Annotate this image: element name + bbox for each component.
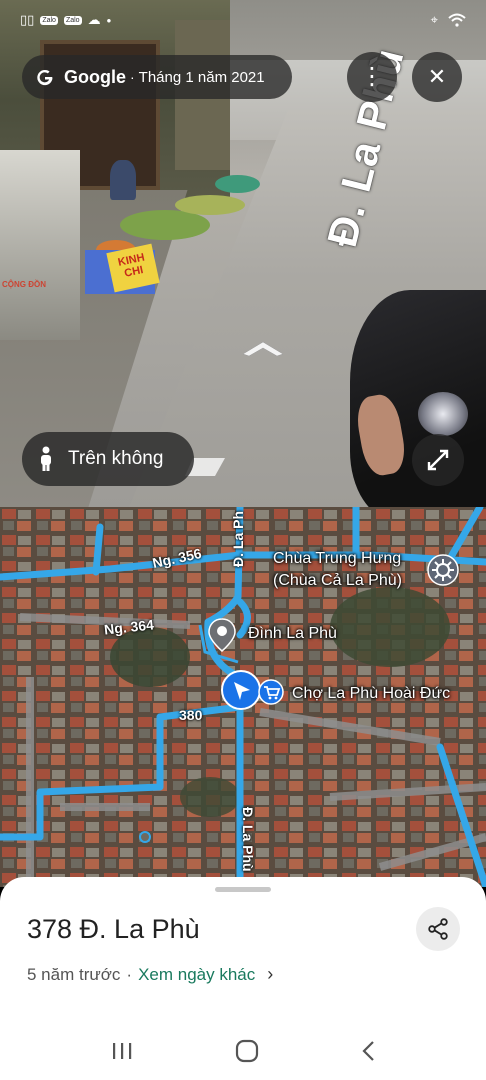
street-view-panel[interactable]: CỘNG ĐỒN KINH CHI Đ. La Phù ▯▯ Zalo Zalo… — [0, 0, 486, 507]
more-vert-icon: ⋮ — [360, 63, 384, 90]
street-shop-stall: CỘNG ĐỒN — [0, 150, 80, 340]
cloud-icon: ☁ — [87, 12, 101, 27]
vegetable-basin — [215, 175, 260, 193]
zalo-notification-icon: Zalo — [63, 15, 82, 25]
chevron-right-icon[interactable]: › — [267, 964, 273, 985]
capture-date: Tháng 1 năm 2021 — [138, 68, 265, 86]
provider-name: Google — [64, 66, 126, 87]
back-icon[interactable] — [361, 1040, 375, 1062]
place-pin-icon[interactable] — [208, 618, 236, 652]
aerial-view-button[interactable]: Trên không — [22, 432, 194, 486]
expand-icon — [427, 449, 449, 471]
aerial-view-label: Trên không — [68, 448, 164, 469]
share-icon — [428, 918, 448, 940]
more-dot-icon: • — [106, 12, 112, 28]
fullscreen-button[interactable] — [412, 434, 464, 486]
imagery-age: 5 năm trước — [27, 964, 121, 984]
android-navigation-bar — [0, 1022, 486, 1080]
current-location-arrow-icon[interactable] — [221, 670, 261, 710]
wifi-icon — [448, 13, 466, 27]
shopping-cart-icon[interactable] — [258, 679, 284, 705]
separator-dot: · — [130, 69, 135, 85]
address-title: 378 Đ. La Phù — [27, 914, 200, 944]
place-label-communal-house[interactable]: Đình La Phù — [248, 625, 337, 643]
pegman-icon — [41, 446, 51, 471]
road-label-380: 380 — [179, 707, 203, 723]
road-label-la-phu-top: Đ. La Ph — [230, 510, 246, 567]
temple-icon[interactable] — [427, 554, 459, 586]
home-icon[interactable] — [235, 1039, 259, 1063]
more-options-button[interactable]: ⋮ — [347, 52, 397, 102]
close-button[interactable]: ✕ — [412, 52, 462, 102]
meta-separator: · — [126, 964, 133, 984]
recent-apps-icon[interactable] — [111, 1041, 133, 1061]
imagery-age-row: 5 năm trước · Xem ngày khác › — [27, 964, 273, 985]
signal-icon: ▯▯ — [20, 12, 35, 27]
vegetable-pile — [175, 195, 245, 215]
share-button[interactable] — [416, 907, 460, 951]
other-dates-link[interactable]: Xem ngày khác — [138, 965, 255, 985]
motorbike-mirror — [418, 392, 468, 436]
vegetable-pile — [120, 210, 210, 240]
road-label-la-phu-bottom: Đ. La Phù — [240, 807, 256, 872]
place-label-temple-name[interactable]: Chùa Trung Hưng — [273, 550, 401, 568]
imagery-info-pill[interactable]: Google · Tháng 1 năm 2021 — [22, 55, 292, 99]
map-panel[interactable]: Ng. 356 Ng. 364 380 Đ. La Ph Đ. La Phù C… — [0, 507, 486, 887]
zalo-notification-icon: Zalo — [40, 15, 58, 25]
google-g-icon — [37, 69, 53, 86]
location-status-icon: ⌖ — [430, 12, 438, 27]
place-label-temple-alt-name[interactable]: (Chùa Cả La Phù) — [273, 572, 402, 590]
shop-sign-text: CỘNG ĐỒN — [2, 280, 46, 289]
drag-handle[interactable] — [215, 887, 271, 892]
place-label-market[interactable]: Chợ La Phù Hoài Đức — [292, 685, 450, 703]
status-bar: ▯▯ Zalo Zalo ☁ • ⌖ — [0, 0, 486, 40]
vendor-person — [110, 160, 136, 200]
close-icon: ✕ — [427, 64, 447, 89]
place-bottom-sheet[interactable]: 378 Đ. La Phù 5 năm trước · Xem ngày khá… — [0, 877, 486, 1080]
navigate-forward-arrow-icon[interactable] — [243, 340, 283, 358]
